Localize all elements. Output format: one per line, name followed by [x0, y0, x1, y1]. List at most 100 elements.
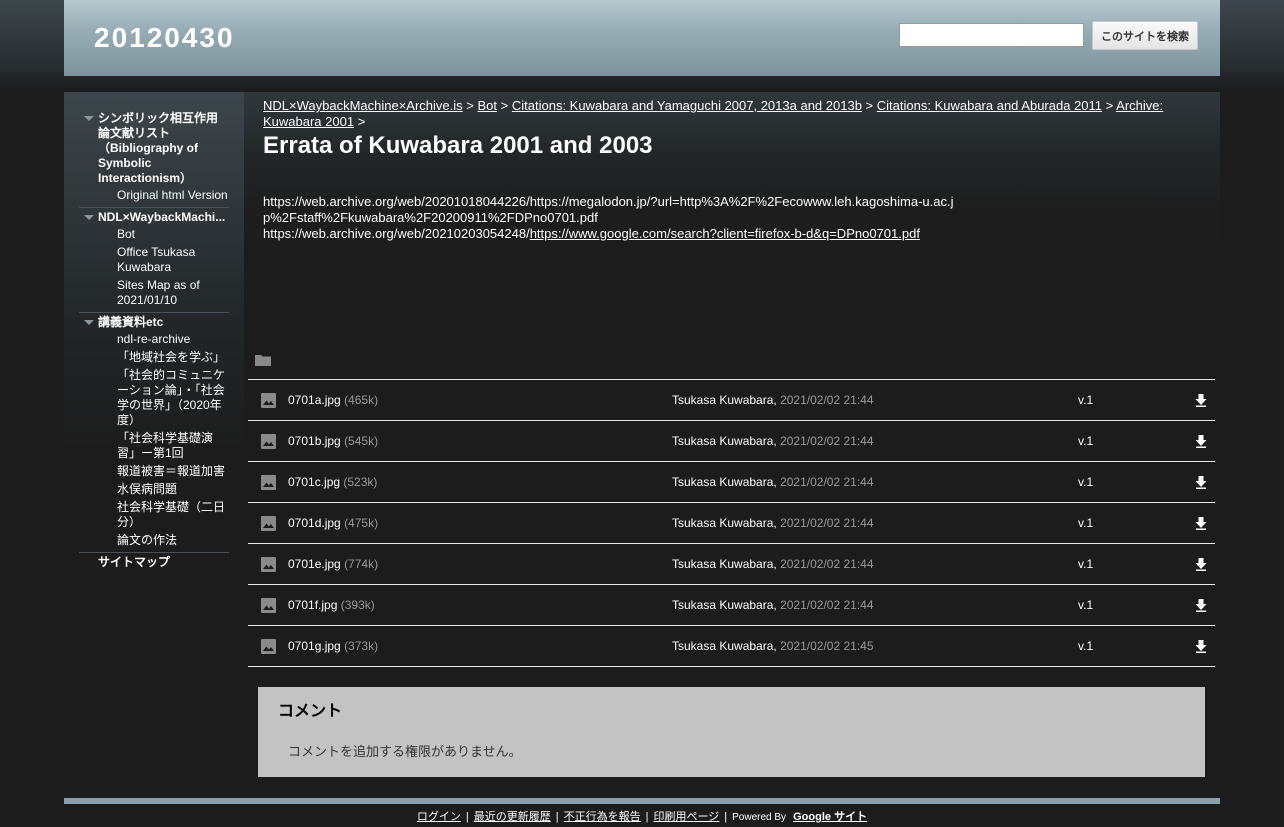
archive-url-1: https://web.archive.org/web/202010180442… — [263, 194, 954, 225]
file-date: 2021/02/02 21:44 — [780, 557, 874, 571]
file-name-link[interactable]: 0701c.jpg — [288, 475, 340, 489]
file-name-link[interactable]: 0701f.jpg — [288, 598, 337, 612]
file-row: 0701b.jpg (545k) Tsukasa Kuwabara, 2021/0… — [248, 421, 1215, 462]
nav-item-social-science-basics[interactable]: 社会科学基礎（二日分） — [79, 500, 229, 533]
site-title[interactable]: 20120430 — [94, 22, 235, 54]
file-author-cell: Tsukasa Kuwabara, 2021/02/02 21:44 — [672, 475, 874, 489]
file-version[interactable]: v.1 — [1078, 557, 1093, 571]
image-icon — [261, 393, 276, 408]
nav-section-bibliography[interactable]: シンボリック相互作用論文献リスト（Bibliography of Symboli… — [79, 110, 229, 188]
archive-url-prefix: https://web.archive.org/web/202102030542… — [263, 226, 530, 241]
sidebar: シンボリック相互作用論文献リスト（Bibliography of Symboli… — [64, 92, 244, 788]
footer-bar — [64, 798, 1220, 804]
breadcrumb-separator: > — [357, 114, 366, 129]
file-date: 2021/02/02 21:44 — [780, 475, 874, 489]
download-icon[interactable] — [1195, 476, 1207, 489]
file-name-link[interactable]: 0701d.jpg — [288, 516, 341, 530]
folder-icon — [255, 355, 271, 366]
download-icon[interactable] — [1195, 394, 1207, 407]
site-header: 20120430 このサイトを検索 — [64, 0, 1220, 76]
nav-item-sites-map[interactable]: Sites Map as of 2021/01/10 — [79, 278, 229, 311]
page-body: https://web.archive.org/web/202010180442… — [263, 194, 963, 242]
powered-by-label: Powered By — [732, 812, 787, 823]
nav-section-label[interactable]: シンボリック相互作用論文献リスト（Bibliography of Symboli… — [98, 111, 218, 185]
breadcrumb-separator: > — [1105, 98, 1114, 113]
file-author-cell: Tsukasa Kuwabara, 2021/02/02 21:44 — [672, 516, 874, 530]
recent-activity-link[interactable]: 最近の更新履歴 — [474, 811, 551, 823]
breadcrumb-link[interactable]: Bot — [478, 98, 498, 113]
file-size: (465k) — [344, 393, 379, 407]
file-version[interactable]: v.1 — [1078, 516, 1093, 530]
download-icon[interactable] — [1195, 640, 1207, 653]
main-content: NDL×WaybackMachine×Archive.is > Bot > Ci… — [244, 92, 1220, 788]
nav-item-office[interactable]: Office Tsukasa Kuwabara — [79, 245, 229, 278]
breadcrumb-link[interactable]: Citations: Kuwabara and Aburada 2011 — [877, 98, 1102, 113]
archive-url-2: https://web.archive.org/web/202102030542… — [263, 226, 963, 242]
file-author-cell: Tsukasa Kuwabara, 2021/02/02 21:44 — [672, 598, 874, 612]
file-name-link[interactable]: 0701g.jpg — [288, 639, 341, 653]
nav-item-ndl-re-archive[interactable]: ndl-re-archive — [79, 332, 229, 350]
nav-section-label[interactable]: NDL×WaybackMachi... — [98, 210, 225, 224]
nav-section-lectures[interactable]: 講義資料etc — [79, 314, 229, 332]
google-sites-link[interactable]: Google サイト — [793, 811, 867, 823]
nav-section-ndl[interactable]: NDL×WaybackMachi... — [79, 209, 229, 227]
file-row: 0701d.jpg (475k) Tsukasa Kuwabara, 2021/0… — [248, 503, 1215, 544]
file-version[interactable]: v.1 — [1078, 393, 1093, 407]
file-name-link[interactable]: 0701a.jpg — [288, 393, 341, 407]
nav-item-local-society[interactable]: 「地域社会を学ぶ」 — [79, 350, 229, 368]
file-date: 2021/02/02 21:44 — [780, 393, 874, 407]
file-version[interactable]: v.1 — [1078, 598, 1093, 612]
file-author[interactable]: Tsukasa Kuwabara, — [672, 393, 777, 407]
breadcrumb-link[interactable]: Citations: Kuwabara and Yamaguchi 2007, … — [512, 98, 862, 113]
triangle-down-icon[interactable] — [84, 320, 94, 325]
file-author-cell: Tsukasa Kuwabara, 2021/02/02 21:45 — [672, 639, 874, 653]
comments-permission-message: コメントを追加する権限がありません。 — [288, 744, 522, 759]
file-author[interactable]: Tsukasa Kuwabara, — [672, 516, 777, 530]
nav-item-social-communication[interactable]: 「社会的コミュニケーション論」・「社会学の世界」（2020年度） — [79, 368, 229, 431]
nav-item-media-harm[interactable]: 報道被害＝報道加害 — [79, 464, 229, 482]
nav-divider — [79, 552, 229, 553]
file-name-cell: 0701a.jpg (465k) — [288, 393, 378, 407]
download-icon[interactable] — [1195, 517, 1207, 530]
attachments-list: 0701a.jpg (465k) Tsukasa Kuwabara, 2021/0… — [248, 379, 1215, 667]
comments-section: コメント コメントを追加する権限がありません。 — [258, 687, 1205, 777]
nav-item-original-html[interactable]: Original html Version — [79, 188, 229, 206]
file-row: 0701g.jpg (373k) Tsukasa Kuwabara, 2021/0… — [248, 626, 1215, 667]
file-author[interactable]: Tsukasa Kuwabara, — [672, 557, 777, 571]
file-name-cell: 0701b.jpg (545k) — [288, 434, 378, 448]
search-link[interactable]: https://www.google.com/search?client=fir… — [530, 226, 920, 241]
nav-section-label[interactable]: 講義資料etc — [98, 315, 163, 329]
search-input[interactable] — [899, 23, 1084, 47]
search-button[interactable]: このサイトを検索 — [1092, 21, 1198, 50]
file-row: 0701e.jpg (774k) Tsukasa Kuwabara, 2021/0… — [248, 544, 1215, 585]
file-author[interactable]: Tsukasa Kuwabara, — [672, 598, 777, 612]
file-author[interactable]: Tsukasa Kuwabara, — [672, 639, 777, 653]
nav-item-paper-writing[interactable]: 論文の作法 — [79, 533, 229, 551]
download-icon[interactable] — [1195, 599, 1207, 612]
triangle-down-icon[interactable] — [84, 215, 94, 220]
file-name-link[interactable]: 0701b.jpg — [288, 434, 341, 448]
file-author[interactable]: Tsukasa Kuwabara, — [672, 434, 777, 448]
report-abuse-link[interactable]: 不正行為を報告 — [564, 811, 641, 823]
file-author-cell: Tsukasa Kuwabara, 2021/02/02 21:44 — [672, 434, 874, 448]
download-icon[interactable] — [1195, 435, 1207, 448]
print-page-link[interactable]: 印刷用ページ — [654, 811, 720, 823]
file-name-link[interactable]: 0701e.jpg — [288, 557, 341, 571]
triangle-down-icon[interactable] — [84, 116, 94, 121]
page-title: Errata of Kuwabara 2001 and 2003 — [263, 132, 653, 159]
file-version[interactable]: v.1 — [1078, 639, 1093, 653]
nav-sitemap[interactable]: サイトマップ — [79, 554, 229, 572]
file-version[interactable]: v.1 — [1078, 434, 1093, 448]
nav-item-bot[interactable]: Bot — [79, 227, 229, 245]
download-icon[interactable] — [1195, 558, 1207, 571]
nav-item-seminar[interactable]: 「社会科学基礎演習」ー第1回 — [79, 431, 229, 464]
login-link[interactable]: ログイン — [417, 811, 461, 823]
file-size: (475k) — [344, 516, 379, 530]
footer: ログイン | 最近の更新履歴 | 不正行為を報告 | 印刷用ページ | Powered By G… — [0, 808, 1284, 824]
breadcrumb-link[interactable]: NDL×WaybackMachine×Archive.is — [263, 98, 463, 113]
file-author[interactable]: Tsukasa Kuwabara, — [672, 475, 777, 489]
nav-item-minamata[interactable]: 水俣病問題 — [79, 482, 229, 500]
file-size: (393k) — [340, 598, 375, 612]
file-version[interactable]: v.1 — [1078, 475, 1093, 489]
file-row: 0701a.jpg (465k) Tsukasa Kuwabara, 2021/0… — [248, 380, 1215, 421]
